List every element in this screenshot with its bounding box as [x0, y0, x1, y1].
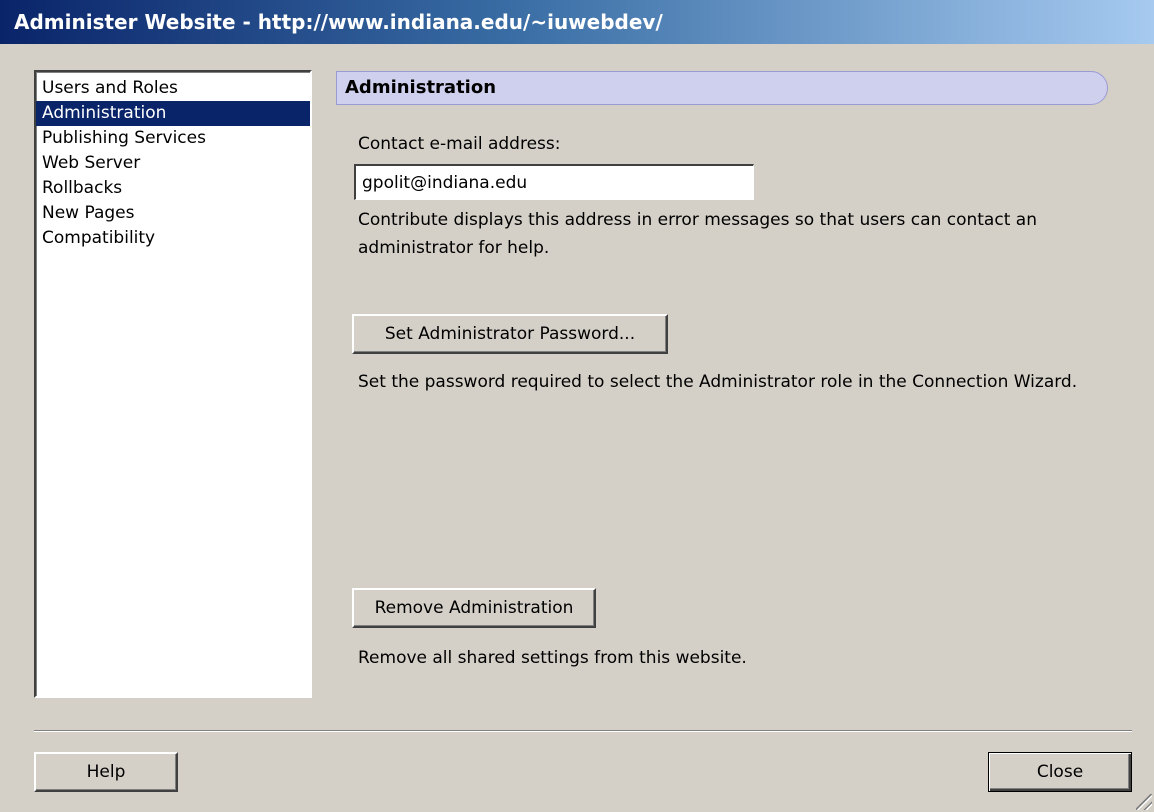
category-list[interactable]: Users and Roles Administration Publishin…	[34, 70, 312, 698]
sidebar-item-web-server[interactable]: Web Server	[36, 151, 310, 176]
set-password-help-text: Set the password required to select the …	[358, 372, 1078, 392]
contact-email-field[interactable]	[354, 164, 754, 200]
sidebar-item-rollbacks[interactable]: Rollbacks	[36, 176, 310, 201]
sidebar-item-administration[interactable]: Administration	[36, 101, 310, 126]
section-header: Administration	[336, 71, 1108, 105]
sidebar-item-new-pages[interactable]: New Pages	[36, 201, 310, 226]
close-button[interactable]: Close	[988, 752, 1132, 792]
set-administrator-password-button[interactable]: Set Administrator Password...	[352, 314, 668, 354]
sidebar-item-publishing-services[interactable]: Publishing Services	[36, 126, 310, 151]
footer-separator	[34, 730, 1132, 732]
size-grip-icon[interactable]	[1136, 794, 1152, 810]
sidebar-item-compatibility[interactable]: Compatibility	[36, 226, 310, 251]
contact-email-help-text: Contribute displays this address in erro…	[358, 210, 1037, 258]
window-title: Administer Website - http://www.indiana.…	[0, 0, 1154, 44]
help-button[interactable]: Help	[34, 752, 178, 792]
sidebar-item-users-and-roles[interactable]: Users and Roles	[36, 76, 310, 101]
remove-administration-button[interactable]: Remove Administration	[352, 588, 596, 628]
remove-administration-help-text: Remove all shared settings from this web…	[358, 648, 747, 668]
contact-email-label: Contact e-mail address:	[358, 134, 561, 154]
